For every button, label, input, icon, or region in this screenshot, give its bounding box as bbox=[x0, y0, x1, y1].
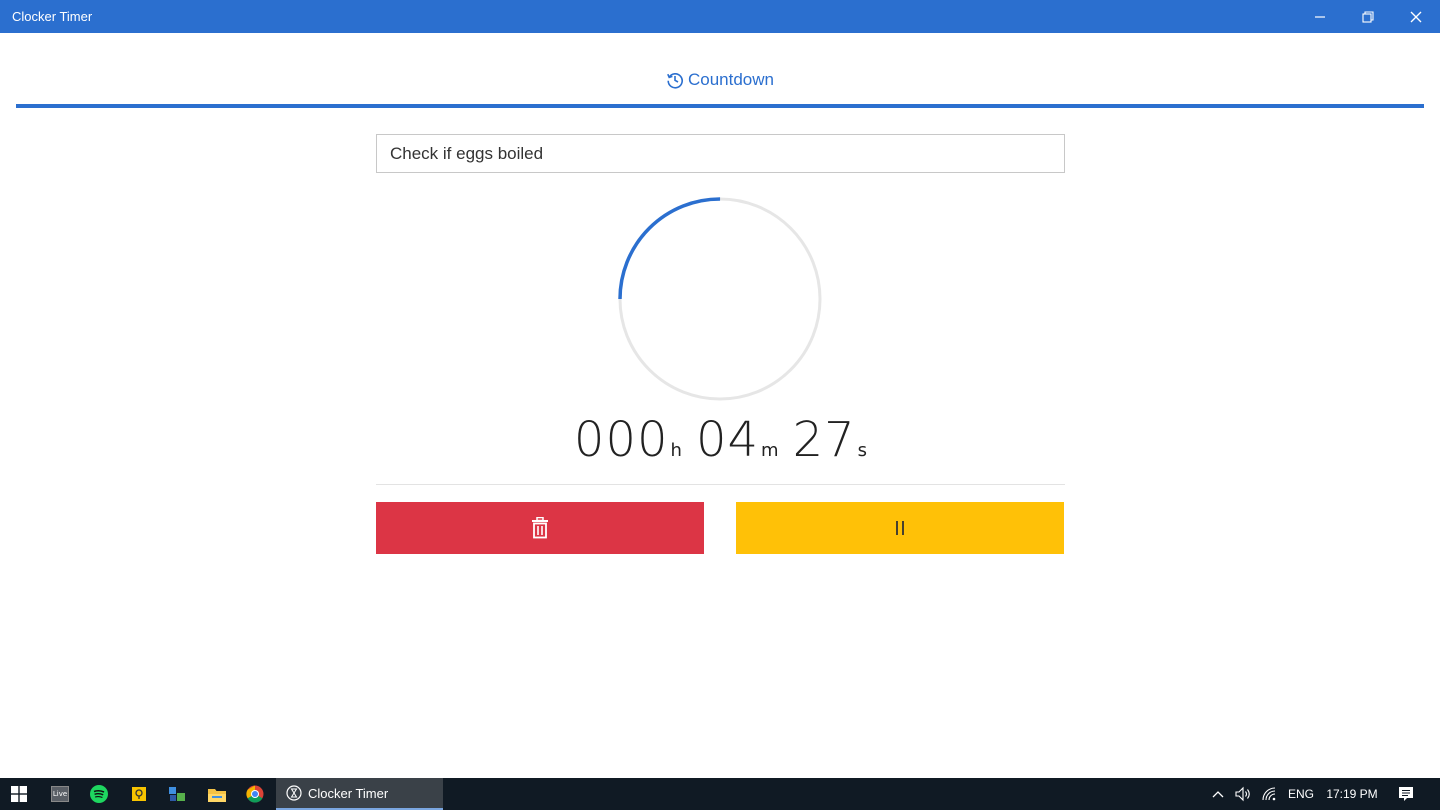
app-icon bbox=[169, 787, 185, 801]
pause-button[interactable] bbox=[736, 502, 1064, 554]
windows-start-icon bbox=[11, 786, 27, 802]
live-icon-label: Live bbox=[52, 790, 68, 798]
taskbar-file-explorer[interactable] bbox=[202, 778, 232, 810]
taskbar-clocker-timer[interactable]: Clocker Timer bbox=[276, 778, 443, 810]
divider bbox=[376, 484, 1065, 485]
wifi-icon bbox=[1262, 787, 1276, 801]
timer-name-input[interactable] bbox=[376, 134, 1065, 173]
action-center-button[interactable] bbox=[1390, 778, 1422, 810]
tab-countdown[interactable]: Countdown bbox=[16, 70, 1424, 90]
minutes-unit: m bbox=[761, 440, 779, 461]
minutes-value: 04 bbox=[695, 412, 760, 468]
close-icon bbox=[1410, 11, 1422, 22]
language-indicator[interactable]: ENG bbox=[1284, 778, 1318, 810]
tab-active-indicator bbox=[16, 104, 1424, 108]
clock-time: 17:19 PM bbox=[1326, 787, 1378, 801]
hours-value: 000 bbox=[573, 412, 669, 468]
taskbar-chrome[interactable] bbox=[240, 778, 270, 810]
start-button[interactable] bbox=[0, 778, 38, 810]
progress-ring bbox=[618, 197, 822, 401]
trash-icon bbox=[532, 517, 548, 539]
sticky-notes-icon bbox=[132, 787, 146, 801]
restore-button[interactable] bbox=[1344, 0, 1392, 33]
window-controls bbox=[1296, 0, 1440, 33]
taskbar: Live Clocker Timer ENG 17:19 PM bbox=[0, 778, 1440, 810]
minimize-icon bbox=[1315, 15, 1325, 18]
taskbar-sticky-notes[interactable] bbox=[124, 778, 154, 810]
close-button[interactable] bbox=[1392, 0, 1440, 33]
seconds-value: 27 bbox=[792, 412, 856, 468]
tab-bar: Countdown bbox=[16, 60, 1424, 108]
show-hidden-icons-button[interactable] bbox=[1206, 778, 1230, 810]
seconds-unit: s bbox=[857, 440, 868, 461]
taskbar-clocker-timer-label: Clocker Timer bbox=[308, 785, 389, 801]
chevron-up-icon bbox=[1212, 791, 1224, 798]
network-button[interactable] bbox=[1258, 778, 1282, 810]
time-readout: 000 h 04 m 27 s bbox=[376, 412, 1065, 472]
restore-icon bbox=[1362, 10, 1374, 23]
spotify-icon bbox=[90, 785, 108, 803]
window-title: Clocker Timer bbox=[12, 9, 93, 24]
chrome-icon bbox=[246, 785, 264, 803]
tab-countdown-label: Countdown bbox=[687, 70, 774, 89]
volume-button[interactable] bbox=[1232, 778, 1256, 810]
language-label: ENG bbox=[1287, 787, 1314, 801]
live-icon: Live bbox=[51, 786, 69, 802]
clocker-timer-icon bbox=[286, 785, 302, 801]
clock[interactable]: 17:19 PM bbox=[1320, 778, 1384, 810]
taskbar-app[interactable] bbox=[162, 778, 192, 810]
taskbar-spotify[interactable] bbox=[84, 778, 114, 810]
pause-icon bbox=[896, 521, 904, 535]
history-icon bbox=[667, 73, 683, 89]
taskbar-live[interactable]: Live bbox=[44, 778, 76, 810]
title-bar: Clocker Timer bbox=[0, 0, 1440, 33]
delete-button[interactable] bbox=[376, 502, 704, 554]
file-explorer-icon bbox=[208, 789, 226, 802]
minimize-button[interactable] bbox=[1296, 0, 1344, 33]
notification-icon bbox=[1399, 787, 1413, 801]
hours-unit: h bbox=[670, 440, 682, 461]
volume-icon bbox=[1235, 786, 1250, 802]
